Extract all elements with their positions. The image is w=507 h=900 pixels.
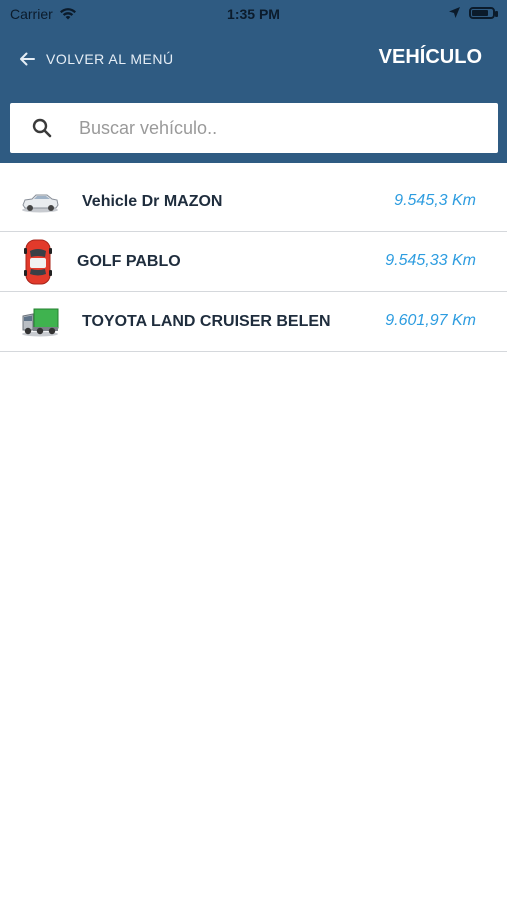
- vehicle-distance: 9.545,33 Km: [385, 252, 476, 269]
- search-bar: [10, 103, 498, 153]
- vehicle-row[interactable]: GOLF PABLO 9.545,33 Km: [0, 232, 507, 292]
- vehicle-distance: 9.601,97 Km: [385, 312, 476, 329]
- nav-bar: VOLVER AL MENÚ VEHÍCULO: [0, 40, 507, 80]
- sedan-car-icon: [18, 180, 62, 224]
- status-right: [448, 6, 498, 19]
- back-label: VOLVER AL MENÚ: [46, 51, 174, 67]
- status-bar: Carrier 1:35 PM: [0, 0, 507, 28]
- vehicle-list: Vehicle Dr MAZON 9.545,3 Km GOLF PABLO 9…: [0, 172, 507, 352]
- vehicle-distance: 9.545,3 Km: [394, 192, 476, 209]
- search-input[interactable]: [77, 116, 461, 140]
- back-to-menu-button[interactable]: VOLVER AL MENÚ: [18, 50, 174, 68]
- red-car-icon: [16, 239, 60, 285]
- vehicle-name: GOLF PABLO: [77, 253, 181, 270]
- page-title: VEHÍCULO: [378, 46, 482, 68]
- vehicle-name: Vehicle Dr MAZON: [82, 193, 223, 210]
- vehicle-row[interactable]: Vehicle Dr MAZON 9.545,3 Km: [0, 172, 507, 232]
- app-header: Carrier 1:35 PM VOLVER AL MENÚ VEHÍCULO: [0, 0, 507, 163]
- truck-icon: [18, 300, 62, 344]
- vehicle-name: TOYOTA LAND CRUISER BELEN: [82, 313, 331, 330]
- arrow-left-icon: [20, 52, 35, 66]
- vehicle-row[interactable]: TOYOTA LAND CRUISER BELEN 9.601,97 Km: [0, 292, 507, 352]
- location-arrow-icon: [449, 7, 460, 18]
- search-icon: [32, 118, 52, 138]
- status-time: 1:35 PM: [227, 6, 280, 22]
- battery-icon: [469, 6, 498, 19]
